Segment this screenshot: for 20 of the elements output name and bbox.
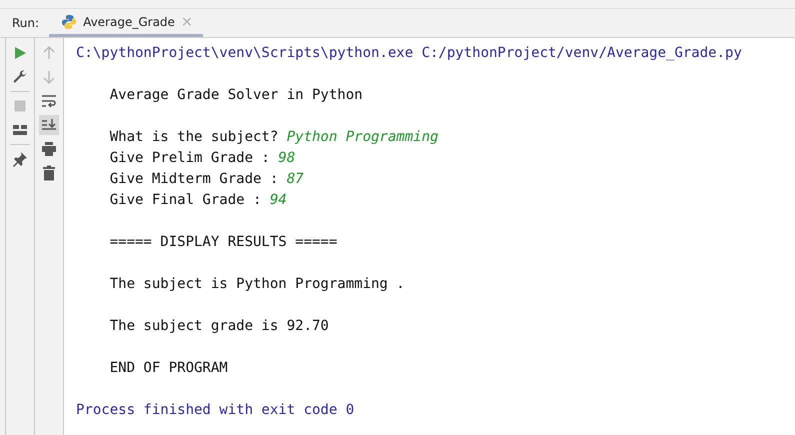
user-input-text: 98 bbox=[278, 150, 296, 166]
prompt-text: What is the subject? bbox=[108, 129, 280, 145]
prompt-text: Give Final Grade : bbox=[108, 192, 262, 208]
print-icon[interactable] bbox=[39, 139, 59, 159]
output-line: END OF PROGRAM bbox=[108, 360, 228, 376]
python-logo-icon bbox=[61, 14, 78, 30]
prompt-text: Give Midterm Grade : bbox=[108, 171, 280, 187]
output-line: ===== DISPLAY RESULTS ===== bbox=[108, 234, 338, 250]
user-input-text: Python Programming bbox=[286, 129, 438, 145]
run-label: Run: bbox=[11, 15, 40, 32]
user-input-text: 87 bbox=[286, 171, 304, 187]
output-line: The subject grade is 92.70 bbox=[108, 318, 329, 334]
run-tab[interactable]: Average_Grade × bbox=[49, 9, 203, 37]
output-line: Average Grade Solver in Python bbox=[108, 87, 363, 103]
scroll-end-icon[interactable] bbox=[39, 115, 59, 135]
prompt-text: Give Prelim Grade : bbox=[108, 150, 271, 166]
output-line: The subject is Python Programming . bbox=[108, 276, 405, 292]
user-input-text: 94 bbox=[270, 192, 287, 208]
command-line: C:\pythonProject\venv\Scripts\python.exe C:/pythonProject/venv/Average_Grade.py bbox=[76, 45, 742, 61]
process-status: Process finished with exit code 0 bbox=[76, 402, 354, 418]
